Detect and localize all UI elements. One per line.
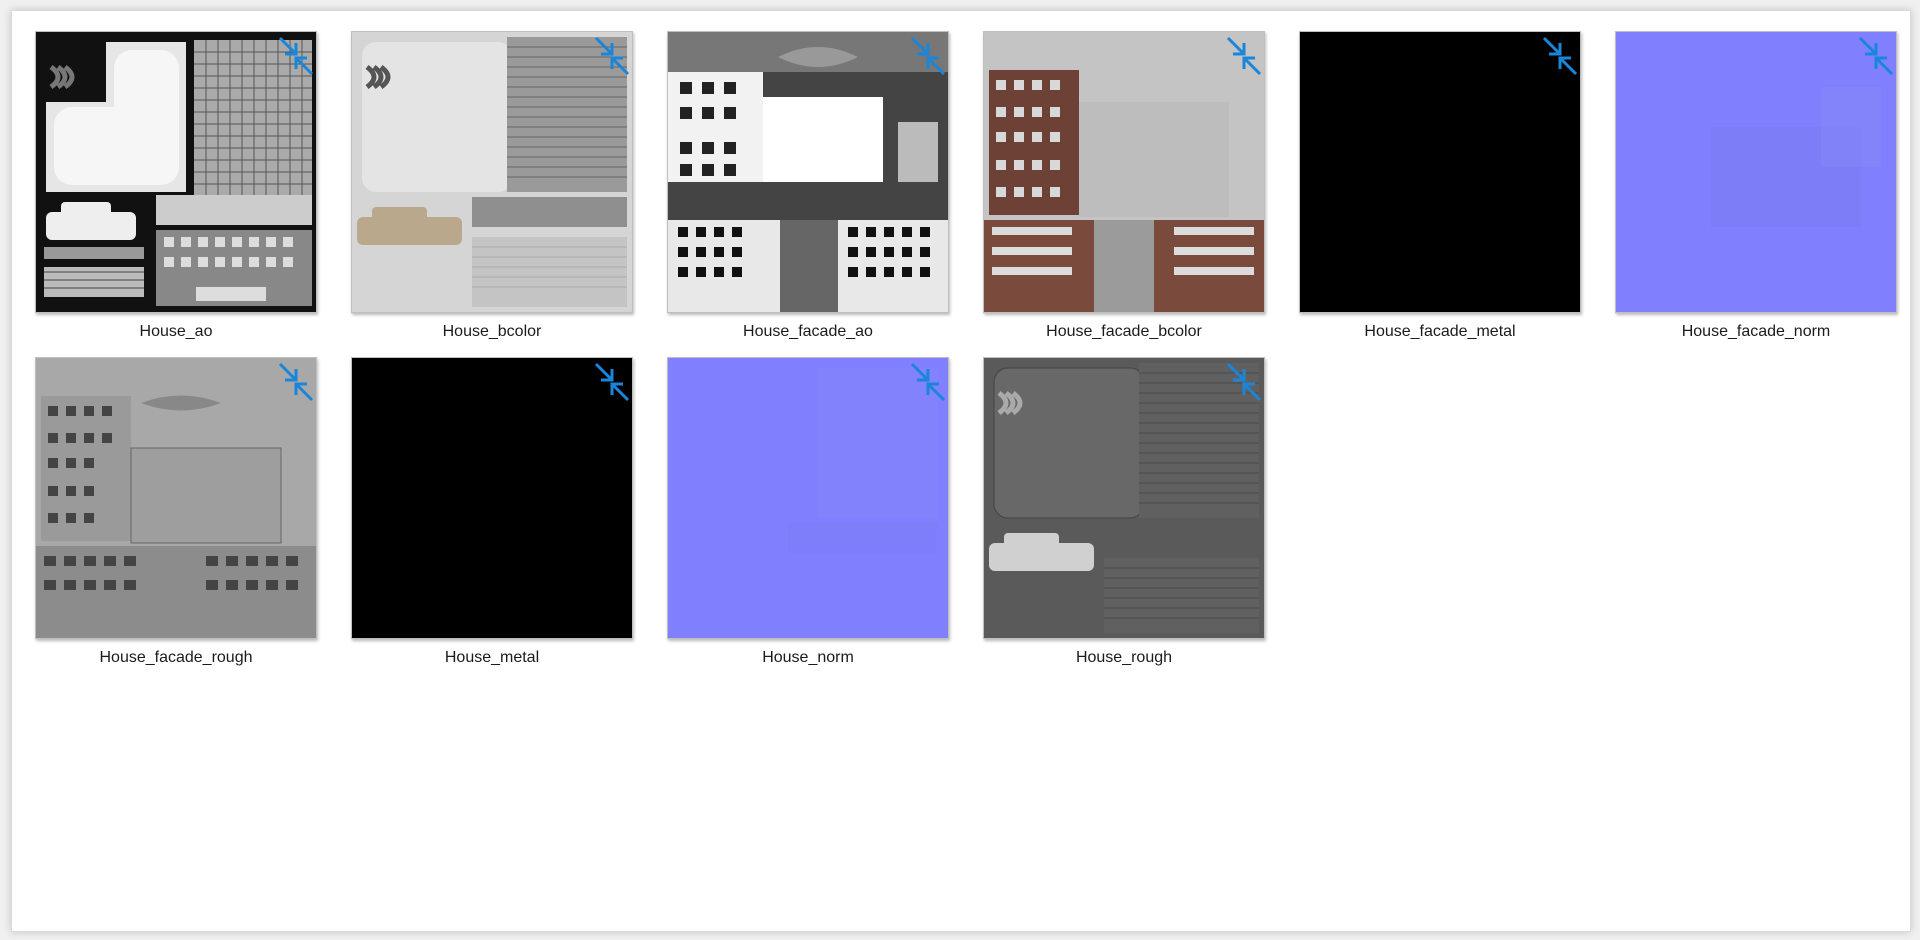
file-thumbnail[interactable] — [983, 357, 1265, 639]
file-name: House_facade_metal — [1364, 323, 1516, 340]
compress-arrows-icon — [1542, 36, 1578, 76]
file-tile[interactable]: House_facade_norm — [1615, 31, 1897, 349]
compress-arrows-icon — [594, 362, 630, 402]
file-name: House_norm — [762, 649, 854, 666]
file-thumbnail[interactable] — [35, 357, 317, 639]
file-name: House_metal — [444, 649, 540, 666]
file-name: House_facade_norm — [1681, 323, 1831, 340]
compress-arrows-icon — [1226, 36, 1262, 76]
compress-arrows-icon — [1226, 362, 1262, 402]
file-tile[interactable]: House_norm — [667, 357, 949, 675]
compress-arrows-icon — [278, 362, 314, 402]
compress-arrows-icon — [910, 36, 946, 76]
compress-arrows-icon — [1858, 36, 1894, 76]
file-tile[interactable]: House_bcolor — [351, 31, 633, 349]
file-tile[interactable]: House_facade_bcolor — [983, 31, 1265, 349]
file-name: House_facade_ao — [743, 323, 873, 340]
compress-arrows-icon — [278, 36, 314, 76]
file-name: House_bcolor — [442, 323, 542, 340]
file-tile[interactable]: House_facade_ao — [667, 31, 949, 349]
file-tile[interactable]: House_metal — [351, 357, 633, 675]
file-name: House_facade_bcolor — [1046, 323, 1202, 340]
file-name: House_facade_rough — [99, 649, 253, 666]
file-tile[interactable]: House_rough — [983, 357, 1265, 675]
file-name: House_rough — [1075, 649, 1173, 666]
file-thumbnail[interactable] — [1299, 31, 1581, 313]
file-thumbnail[interactable] — [983, 31, 1265, 313]
file-name: House_ao — [139, 323, 213, 340]
file-tile[interactable]: House_ao — [35, 31, 317, 349]
compress-arrows-icon — [594, 36, 630, 76]
file-tile[interactable]: House_facade_rough — [35, 357, 317, 675]
file-thumbnail[interactable] — [667, 357, 949, 639]
file-thumbnail[interactable] — [1615, 31, 1897, 313]
file-tile[interactable]: House_facade_metal — [1299, 31, 1581, 349]
file-explorer-window: House_ao House_bcolor House_facade_ao Ho… — [11, 10, 1911, 932]
file-thumbnail[interactable] — [351, 357, 633, 639]
file-thumbnail[interactable] — [351, 31, 633, 313]
file-thumbnail[interactable] — [35, 31, 317, 313]
compress-arrows-icon — [910, 362, 946, 402]
file-thumbnail[interactable] — [667, 31, 949, 313]
